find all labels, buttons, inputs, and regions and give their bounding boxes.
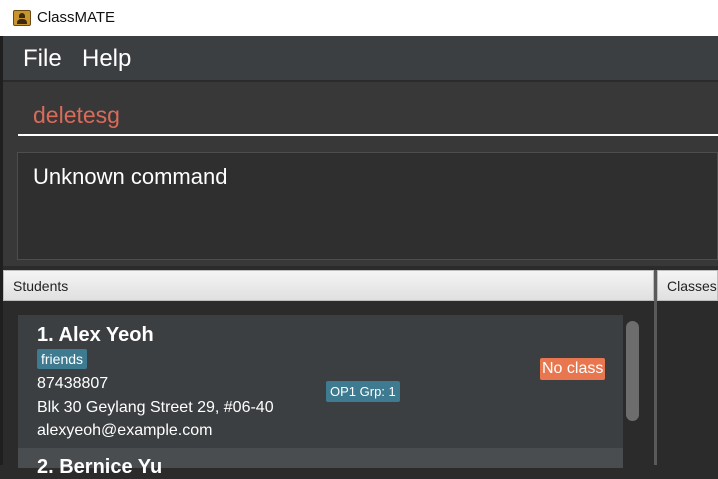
student-email: alexyeoh@example.com: [37, 422, 213, 439]
result-display: Unknown command: [17, 152, 718, 260]
menu-file[interactable]: File: [23, 45, 62, 73]
scrollbar-thumb[interactable]: [626, 321, 639, 421]
menu-help[interactable]: Help: [82, 45, 131, 73]
result-display-container: Unknown command: [3, 148, 718, 266]
app-icon: [13, 10, 31, 26]
student-address: Blk 30 Geylang Street 29, #06-40: [37, 399, 274, 416]
title-bar: ClassMATE: [0, 0, 718, 36]
tutorial-group-badge: OP1 Grp: 1: [326, 381, 400, 402]
classes-list: [657, 301, 718, 465]
menu-bar: File Help: [3, 36, 718, 81]
student-tag: friends: [37, 349, 88, 369]
student-name: 2. Bernice Yu: [37, 456, 163, 478]
command-input[interactable]: deletesg: [18, 98, 718, 136]
window-title: ClassMATE: [37, 9, 116, 26]
students-pane-header: Students: [3, 270, 654, 301]
class-status-badge: No class: [540, 358, 606, 380]
student-name: 1. Alex Yeoh: [37, 324, 154, 346]
command-box: deletesg: [3, 82, 718, 148]
classes-pane-header: Classes: [657, 270, 718, 301]
student-card[interactable]: 1. Alex Yeoh friends 87438807 Blk 30 Gey…: [18, 315, 623, 448]
student-card[interactable]: 2. Bernice Yu: [18, 448, 623, 478]
student-phone: 87438807: [37, 375, 109, 392]
students-list: 1. Alex Yeoh friends 87438807 Blk 30 Gey…: [3, 301, 654, 478]
